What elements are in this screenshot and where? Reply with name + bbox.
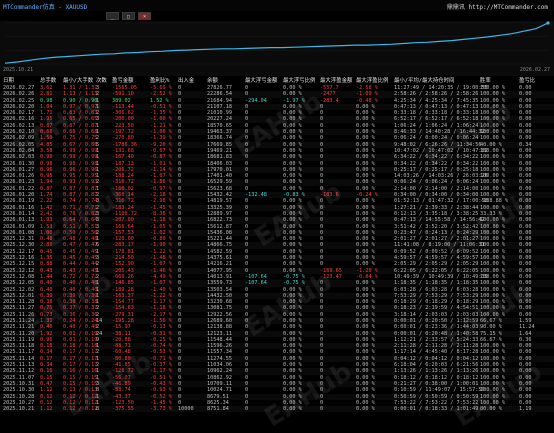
- table-cell: -375.55: [112, 406, 134, 413]
- table-cell: 8751.84: [207, 406, 229, 413]
- brand-link[interactable]: 鼎鼎讯 http://MTCommander.com: [447, 2, 548, 11]
- table-cell: 8: [96, 406, 100, 413]
- column-header[interactable]: 最大浮亏金额: [245, 77, 277, 85]
- equity-chart: 2025.10.21 2026.02.27: [0, 21, 554, 76]
- table-cell: 2025.10.21: [3, 406, 35, 413]
- column-header[interactable]: 日期: [3, 77, 14, 85]
- column-header[interactable]: 最小/平均/最大持仓时间: [394, 77, 454, 85]
- window-title: MTCommander仿真 - XAUUSD: [3, 4, 88, 11]
- table-cell: 0:00:01 / 0:18:33 / 1:01:49: [394, 406, 479, 413]
- column-header[interactable]: 盈亏比: [519, 77, 535, 85]
- table-body: 2026.02.27 3.62 1.31 / 1.31 3 -1565.05 -5.69 …: [0, 85, 554, 413]
- table-cell: 0.00 %: [283, 406, 302, 413]
- equity-chart-svg: [4, 21, 550, 65]
- table-cell: 0.00 %: [356, 406, 375, 413]
- equity-line: [4, 22, 549, 64]
- column-header[interactable]: 最大浮亏比例: [283, 77, 315, 85]
- column-header[interactable]: 出入金: [178, 77, 194, 85]
- table-cell: 1.19: [519, 406, 532, 413]
- table-cell: 0.12 / 0.12: [63, 406, 98, 413]
- table-row[interactable]: 2025.10.21 1.12 0.12 / 0.12 8 -375.55 -3.73 %…: [0, 406, 554, 413]
- table-cell: 80.00 %: [480, 406, 502, 413]
- table-header: 日期 总手数 最小/大手数 次数 盈亏金额 盈利比% 出入金 余额 最大浮亏金额 最大浮亏比例 最大…: [0, 77, 554, 85]
- chart-start-date: 2025.10.21: [3, 67, 34, 73]
- chart-end-date: 2026.02.27: [519, 67, 550, 73]
- column-header[interactable]: 最大浮盈金额: [320, 77, 352, 85]
- column-header[interactable]: 盈利比%: [150, 77, 169, 85]
- table-cell: -3.73 %: [150, 406, 172, 413]
- table-cell: 10000: [178, 406, 194, 413]
- close-button[interactable]: ×: [138, 12, 151, 20]
- toolbar: _ □ ×: [0, 11, 554, 21]
- column-header[interactable]: 次数: [96, 77, 107, 85]
- column-header[interactable]: 总手数: [40, 77, 56, 85]
- column-header[interactable]: 最小/大手数: [63, 77, 93, 85]
- table-cell: 0: [245, 406, 249, 413]
- column-header[interactable]: 盈亏金额: [112, 77, 134, 85]
- table-cell: 1.12: [40, 406, 53, 413]
- minimize-button[interactable]: _: [106, 12, 119, 20]
- maximize-button[interactable]: □: [122, 12, 135, 20]
- column-header[interactable]: 胜率: [480, 77, 491, 85]
- equity-end-point: [546, 21, 550, 25]
- column-header[interactable]: 最大浮盈比例: [356, 77, 388, 85]
- table-cell: 0: [320, 406, 324, 413]
- column-header[interactable]: 余额: [207, 77, 218, 85]
- title-bar: MTCommander仿真 - XAUUSD 鼎鼎讯 http://MTComm…: [0, 0, 554, 11]
